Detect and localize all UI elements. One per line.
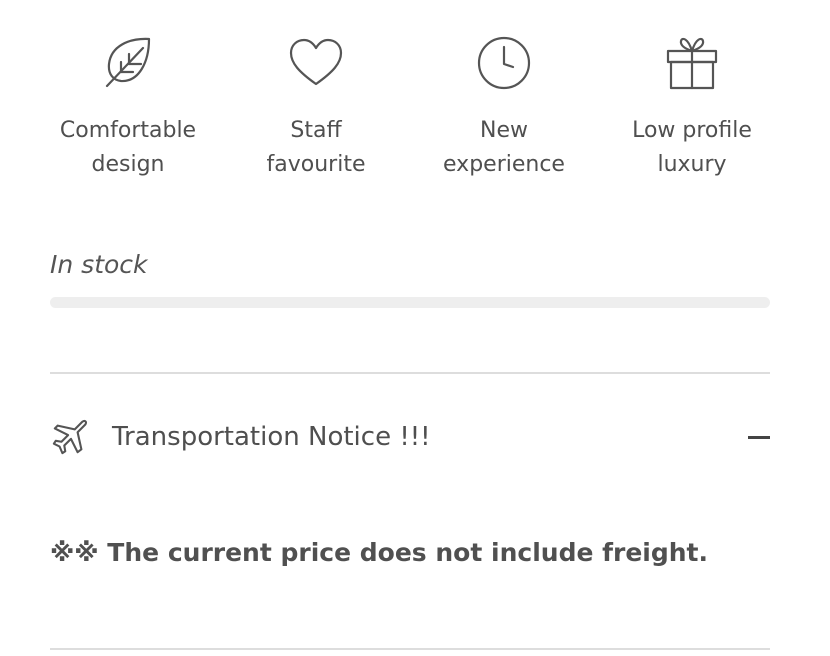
feature-low-profile-luxury: Low profile luxury	[598, 34, 786, 182]
feature-highlights: Comfortable design Staff favourite New expe…	[34, 34, 786, 182]
feature-label: Staff favourite	[266, 118, 366, 177]
heart-icon	[287, 34, 345, 92]
feature-new-experience: New experience	[410, 34, 598, 182]
airplane-icon	[50, 417, 90, 457]
feature-label: New experience	[443, 118, 565, 177]
freight-notice-text: ※※ The current price does not include fr…	[50, 538, 708, 567]
minus-icon[interactable]	[748, 436, 770, 439]
accordion-title: Transportation Notice !!!	[112, 422, 431, 452]
stock-level-bar	[50, 297, 770, 308]
clock-icon	[475, 34, 533, 92]
feature-label: Low profile luxury	[632, 118, 752, 177]
divider	[50, 648, 770, 650]
transportation-notice-toggle[interactable]: Transportation Notice !!!	[50, 412, 770, 462]
feature-staff-favourite: Staff favourite	[222, 34, 410, 182]
feature-comfortable-design: Comfortable design	[34, 34, 222, 182]
leaf-icon	[99, 34, 157, 92]
feature-label: Comfortable design	[59, 118, 197, 177]
stock-status-label: In stock	[50, 250, 148, 279]
gift-icon	[663, 34, 721, 92]
divider	[50, 372, 770, 374]
